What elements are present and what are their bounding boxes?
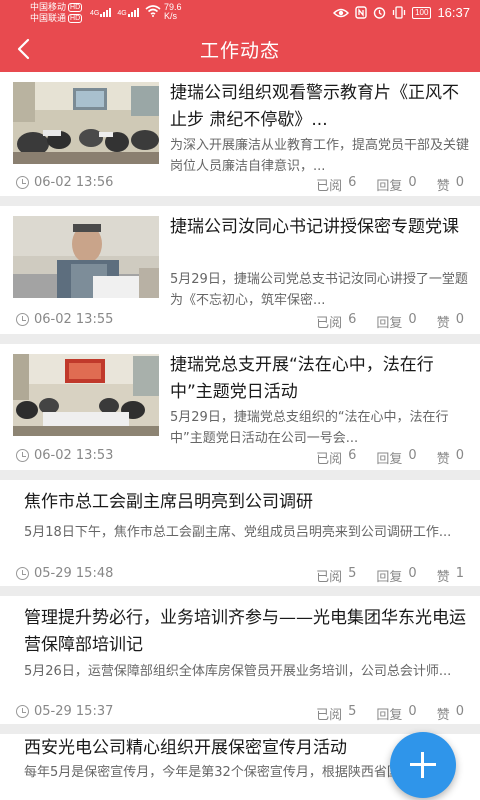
article-card[interactable]: 捷瑞公司汝同心书记讲授保密专题党课 5月29日，捷瑞公司党总支书记汝同心讲授了一… <box>0 206 480 334</box>
article-title: 管理提升势必行，业务培训齐参与——光电集团华东光电运营保障部培训记 <box>24 608 466 655</box>
eye-icon <box>333 8 350 17</box>
clock-icon <box>16 567 29 580</box>
signal-icon <box>127 8 139 17</box>
battery-icon: 100 <box>412 6 432 19</box>
like-count: 赞0 <box>436 175 464 194</box>
article-meta: 05-29 15:37 已阅 5 回复 0 赞0 <box>16 704 464 723</box>
article-meta: 06-02 13:53 已阅 6 回复 0 赞0 <box>16 448 464 467</box>
article-card[interactable]: 焦作市总工会副主席吕明亮到公司调研 5月18日下午，焦作市总工会副主席、党组成员… <box>0 480 480 586</box>
plus-icon <box>390 732 456 798</box>
nfc-icon <box>355 6 367 19</box>
article-card[interactable]: 管理提升势必行，业务培训齐参与——光电集团华东光电运营保障部培训记 5月26日，… <box>0 596 480 724</box>
clock-icon <box>16 176 29 189</box>
article-title: 焦作市总工会副主席吕明亮到公司调研 <box>24 492 313 512</box>
like-count: 赞0 <box>436 448 464 467</box>
clock-icon <box>16 313 29 326</box>
article-summary: 为深入开展廉洁从业教育工作，提高党员干部及关键岗位人员廉洁自律意识，... <box>170 138 470 174</box>
read-count: 已阅 5 <box>316 566 357 585</box>
article-meta: 06-02 13:56 已阅 6 回复 0 赞0 <box>16 175 464 194</box>
article-time: 06-02 13:55 <box>34 312 114 327</box>
article-time: 06-02 13:56 <box>34 175 114 190</box>
network-type-1: 4G <box>90 10 100 17</box>
alarm-icon <box>373 7 386 19</box>
read-count: 已阅 5 <box>316 704 357 723</box>
reply-count: 回复 0 <box>376 312 417 331</box>
like-count: 赞0 <box>436 704 464 723</box>
article-summary: 5月29日，捷瑞党总支组织的“法在心中，法在行中”主题党日活动在公司一号会... <box>170 410 449 446</box>
article-title: 捷瑞公司组织观看警示教育片《正风不止步 肃纪不停歇》... <box>170 83 459 130</box>
article-time: 05-29 15:37 <box>34 704 114 719</box>
hd-badge: HD <box>68 14 83 23</box>
like-count: 赞0 <box>436 312 464 331</box>
article-summary: 5月29日，捷瑞公司党总支书记汝同心讲授了一堂题为《不忘初心，筑牢保密... <box>170 272 468 308</box>
read-count: 已阅 6 <box>316 175 357 194</box>
article-thumbnail <box>13 354 159 436</box>
article-thumbnail <box>13 216 159 298</box>
article-summary: 5月18日下午，焦作市总工会副主席、党组成员吕明亮来到公司调研工作... <box>24 525 452 540</box>
article-title: 捷瑞党总支开展“法在心中，法在行中”主题党日活动 <box>170 355 434 402</box>
article-summary: 5月26日，运营保障部组织全体库房保管员开展业务培训，公司总会计师... <box>24 664 452 679</box>
clock-icon <box>16 705 29 718</box>
page-title: 工作动态 <box>199 40 280 62</box>
article-thumbnail <box>13 82 159 164</box>
article-title: 西安光电公司精心组织开展保密宣传月活动 <box>24 738 347 758</box>
signal-icons: 4G 4G <box>90 5 161 17</box>
carrier-2: 中国联通 <box>30 13 67 23</box>
vibrate-icon <box>392 6 406 19</box>
status-bar: 中国移动 HD 中国联通 HD 4G 4G 79.6 K/s 100 16:37 <box>0 0 480 26</box>
article-title: 捷瑞公司汝同心书记讲授保密专题党课 <box>170 217 459 237</box>
article-meta: 05-29 15:48 已阅 5 回复 0 赞1 <box>16 566 464 585</box>
reply-count: 回复 0 <box>376 448 417 467</box>
article-time: 05-29 15:48 <box>34 566 114 581</box>
network-speed: 79.6 K/s <box>164 3 182 21</box>
speed-unit: K/s <box>164 11 178 21</box>
read-count: 已阅 6 <box>316 448 357 467</box>
reply-count: 回复 0 <box>376 566 417 585</box>
article-meta: 06-02 13:55 已阅 6 回复 0 赞0 <box>16 312 464 331</box>
signal-icon <box>100 8 112 17</box>
article-card[interactable]: 捷瑞党总支开展“法在心中，法在行中”主题党日活动 5月29日，捷瑞党总支组织的“… <box>0 344 480 470</box>
network-type-2: 4G <box>117 10 127 17</box>
reply-count: 回复 0 <box>376 704 417 723</box>
clock-icon <box>16 449 29 462</box>
like-count: 赞1 <box>436 566 464 585</box>
carrier-info: 中国移动 HD 中国联通 HD <box>30 2 83 24</box>
article-card[interactable]: 捷瑞公司组织观看警示教育片《正风不止步 肃纪不停歇》... 为深入开展廉洁从业教… <box>0 72 480 196</box>
status-right: 100 16:37 <box>333 5 470 20</box>
add-post-button[interactable] <box>390 732 456 798</box>
carrier-1: 中国移动 <box>30 2 67 12</box>
header-bar: 工作动态 <box>0 26 480 72</box>
read-count: 已阅 6 <box>316 312 357 331</box>
clock-time: 16:37 <box>437 5 470 20</box>
hd-badge: HD <box>68 3 83 12</box>
article-time: 06-02 13:53 <box>34 448 114 463</box>
wifi-icon <box>145 5 161 17</box>
reply-count: 回复 0 <box>376 175 417 194</box>
